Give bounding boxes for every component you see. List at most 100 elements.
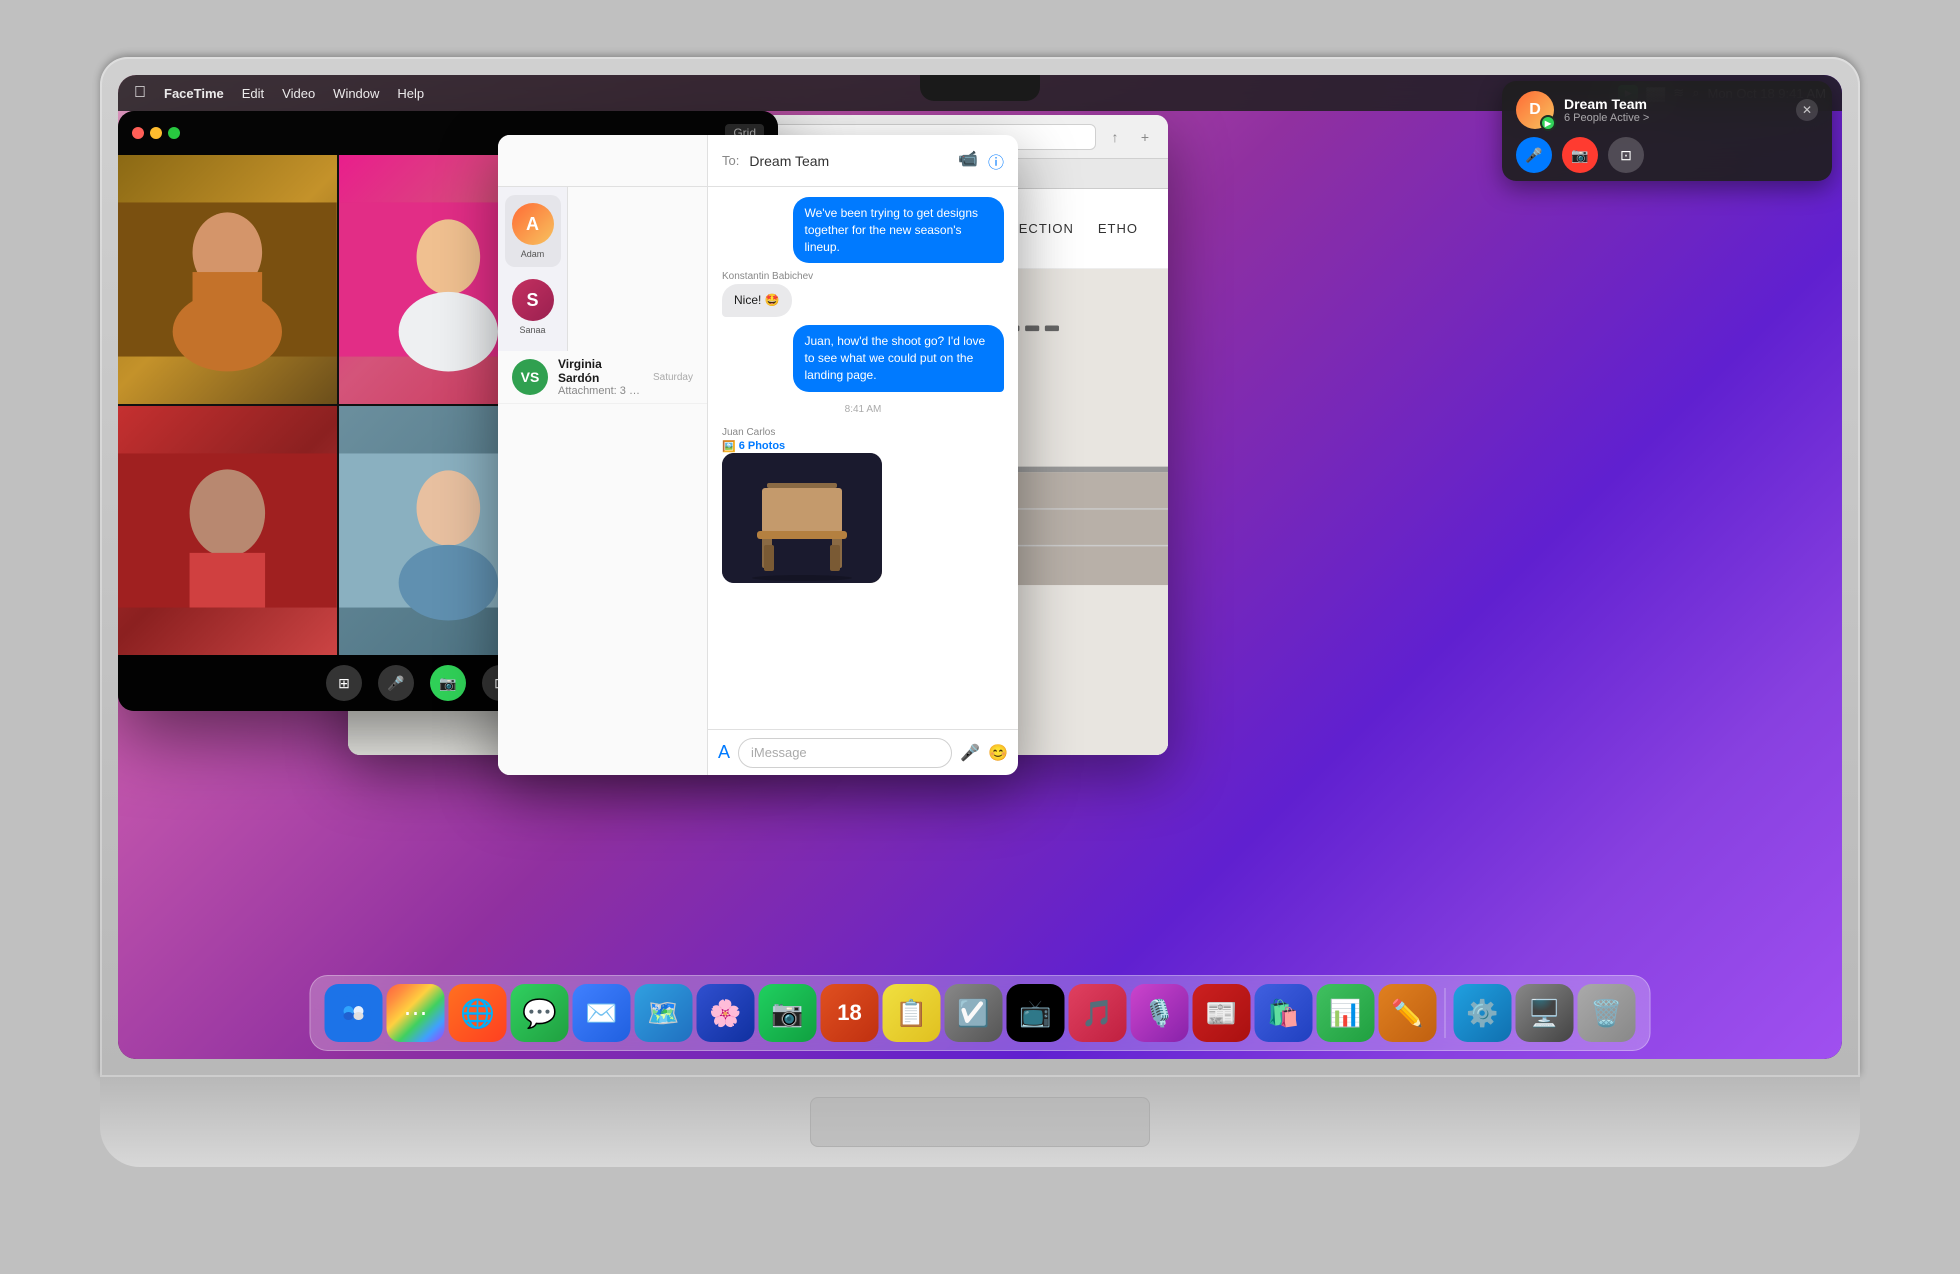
sidebar-item-adam[interactable]: A Adam bbox=[505, 195, 561, 267]
msg-bubble-3: Juan, how'd the shoot go? I'd love to se… bbox=[793, 325, 1005, 391]
shareplay-subtitle: 6 People Active > bbox=[1564, 112, 1786, 124]
shareplay-top: D ▶ Dream Team 6 People Active > ✕ bbox=[1516, 91, 1818, 129]
grid-view-button[interactable]: ⊞ bbox=[326, 665, 362, 701]
shareplay-name: Dream Team bbox=[1564, 96, 1786, 112]
sidebar-name-sanaa: Sanaa bbox=[519, 325, 545, 335]
messages-window: A Adam S Sanaa VS bbox=[498, 135, 1018, 775]
dock-trash[interactable]: 🗑️ bbox=[1578, 984, 1636, 1042]
screen-saver-icon: 🖥️ bbox=[1528, 998, 1560, 1029]
dock-notes[interactable]: 📋 bbox=[883, 984, 941, 1042]
add-tab-button[interactable]: + bbox=[1134, 126, 1156, 148]
conv-preview-1: Attachment: 3 Images bbox=[558, 385, 643, 397]
photos-icon: 🌸 bbox=[709, 998, 741, 1029]
msg-bubble-2: Nice! 🤩 bbox=[722, 284, 792, 317]
audio-icon[interactable]: 🎤 bbox=[960, 743, 980, 763]
dock-podcasts[interactable]: 🎙️ bbox=[1131, 984, 1189, 1042]
msg-row-1: We've been trying to get designs togethe… bbox=[722, 197, 1004, 263]
list-item-1[interactable]: VS Virginia Sardón Attachment: 3 Images … bbox=[498, 351, 707, 404]
podcasts-icon: 🎙️ bbox=[1143, 998, 1175, 1029]
avatar-adam: A bbox=[512, 203, 554, 245]
conversations-list: VS Virginia Sardón Attachment: 3 Images … bbox=[498, 351, 707, 404]
dock-photos[interactable]: 🌸 bbox=[697, 984, 755, 1042]
input-placeholder: iMessage bbox=[751, 745, 807, 760]
msg-sender-2: Konstantin Babichev bbox=[722, 271, 813, 282]
shareplay-mic-button[interactable]: 🎤 bbox=[1516, 137, 1552, 173]
dock-numbers[interactable]: 📊 bbox=[1317, 984, 1375, 1042]
share-button[interactable]: ↑ bbox=[1104, 126, 1126, 148]
shareplay-video-button[interactable]: 📷 bbox=[1562, 137, 1598, 173]
messages-body: We've been trying to get designs togethe… bbox=[708, 187, 1018, 729]
menu-help[interactable]: Help bbox=[397, 86, 424, 101]
apps-icon[interactable]: A bbox=[718, 742, 730, 763]
dock-news[interactable]: 📰 bbox=[1193, 984, 1251, 1042]
tv-icon: 📺 bbox=[1019, 998, 1051, 1029]
messages-icon: 💬 bbox=[522, 997, 557, 1030]
conv-time-1: Saturday bbox=[653, 372, 693, 383]
msg-bubble-1: We've been trying to get designs togethe… bbox=[793, 197, 1005, 263]
dock-mail[interactable]: ✉️ bbox=[573, 984, 631, 1042]
notch bbox=[920, 75, 1040, 101]
trackpad[interactable] bbox=[810, 1097, 1150, 1147]
dock-reminders[interactable]: ☑️ bbox=[945, 984, 1003, 1042]
dock-maps[interactable]: 🗺️ bbox=[635, 984, 693, 1042]
shareplay-avatar: D ▶ bbox=[1516, 91, 1554, 129]
facetime-traffic-lights bbox=[132, 127, 180, 139]
dock-finder[interactable] bbox=[325, 984, 383, 1042]
apple-logo-icon:  bbox=[134, 84, 146, 102]
shareplay-close-button[interactable]: ✕ bbox=[1796, 99, 1818, 121]
calendar-icon: 18 bbox=[837, 1000, 861, 1026]
ft-close-dot[interactable] bbox=[132, 127, 144, 139]
dock-divider bbox=[1445, 988, 1446, 1038]
music-icon: 🎵 bbox=[1081, 998, 1113, 1029]
photos-label: 🖼️ 6 Photos bbox=[722, 440, 785, 453]
mute-button[interactable]: 🎤 bbox=[378, 665, 414, 701]
menu-window[interactable]: Window bbox=[333, 86, 379, 101]
dock-facetime[interactable]: 📷 bbox=[759, 984, 817, 1042]
dock-calendar[interactable]: 18 bbox=[821, 984, 879, 1042]
macbook:  FaceTime Edit Video Window Help ▶ ▓▓ ≋… bbox=[100, 57, 1860, 1217]
numbers-icon: 📊 bbox=[1329, 998, 1361, 1029]
ft-maximize-dot[interactable] bbox=[168, 127, 180, 139]
facetime-icon: 📷 bbox=[771, 998, 803, 1029]
dock-screen-saver[interactable]: 🖥️ bbox=[1516, 984, 1574, 1042]
shareplay-info: Dream Team 6 People Active > bbox=[1564, 96, 1786, 124]
message-input[interactable]: iMessage bbox=[738, 738, 952, 768]
menu-app-name[interactable]: FaceTime bbox=[164, 86, 224, 101]
macbook-bottom bbox=[100, 1077, 1860, 1167]
appstore-icon: 🛍️ bbox=[1267, 998, 1299, 1029]
nav-etho[interactable]: ETHO bbox=[1098, 221, 1138, 236]
messages-chat-header: To: Dream Team 📹 ⓘ bbox=[708, 135, 1018, 187]
dock-pages[interactable]: ✏️ bbox=[1379, 984, 1437, 1042]
reminders-icon: ☑️ bbox=[957, 998, 989, 1029]
dock-launchpad[interactable]: ⋯ bbox=[387, 984, 445, 1042]
pages-icon: ✏️ bbox=[1391, 998, 1423, 1029]
sidebar-item-sanaa[interactable]: S Sanaa bbox=[505, 271, 561, 343]
msg-row-3: Juan, how'd the shoot go? I'd love to se… bbox=[722, 325, 1004, 391]
dock: ⋯ 🌐 💬 ✉️ 🗺️ 🌸 bbox=[310, 975, 1651, 1051]
info-icon[interactable]: ⓘ bbox=[988, 149, 1004, 173]
menu-edit[interactable]: Edit bbox=[242, 86, 264, 101]
maps-icon: 🗺️ bbox=[647, 998, 679, 1029]
emoji-icon[interactable]: 😊 bbox=[988, 743, 1008, 763]
video-call-icon[interactable]: 📹 bbox=[958, 149, 978, 173]
avatar-sanaa: S bbox=[512, 279, 554, 321]
launchpad-icon: ⋯ bbox=[404, 999, 428, 1028]
chat-panel: To: Dream Team 📹 ⓘ We've been trying to … bbox=[708, 135, 1018, 775]
dock-tv[interactable]: 📺 bbox=[1007, 984, 1065, 1042]
dock-system-prefs[interactable]: ⚙️ bbox=[1454, 984, 1512, 1042]
messages-header-icons: 📹 ⓘ bbox=[958, 149, 1004, 173]
dock-messages[interactable]: 💬 bbox=[511, 984, 569, 1042]
menu-video[interactable]: Video bbox=[282, 86, 315, 101]
dock-safari[interactable]: 🌐 bbox=[449, 984, 507, 1042]
dock-music[interactable]: 🎵 bbox=[1069, 984, 1127, 1042]
photo-attachment[interactable] bbox=[722, 453, 882, 583]
messages-input-bar: A iMessage 🎤 😊 bbox=[708, 729, 1018, 775]
shareplay-notification: D ▶ Dream Team 6 People Active > ✕ 🎤 📷 ⊡ bbox=[1502, 81, 1832, 181]
ft-minimize-dot[interactable] bbox=[150, 127, 162, 139]
dock-appstore[interactable]: 🛍️ bbox=[1255, 984, 1313, 1042]
shareplay-screen-button[interactable]: ⊡ bbox=[1608, 137, 1644, 173]
sidebar-name-adam: Adam bbox=[521, 249, 545, 259]
chair-image bbox=[722, 453, 882, 583]
shareplay-controls: 🎤 📷 ⊡ bbox=[1516, 137, 1818, 173]
camera-button[interactable]: 📷 bbox=[430, 665, 466, 701]
